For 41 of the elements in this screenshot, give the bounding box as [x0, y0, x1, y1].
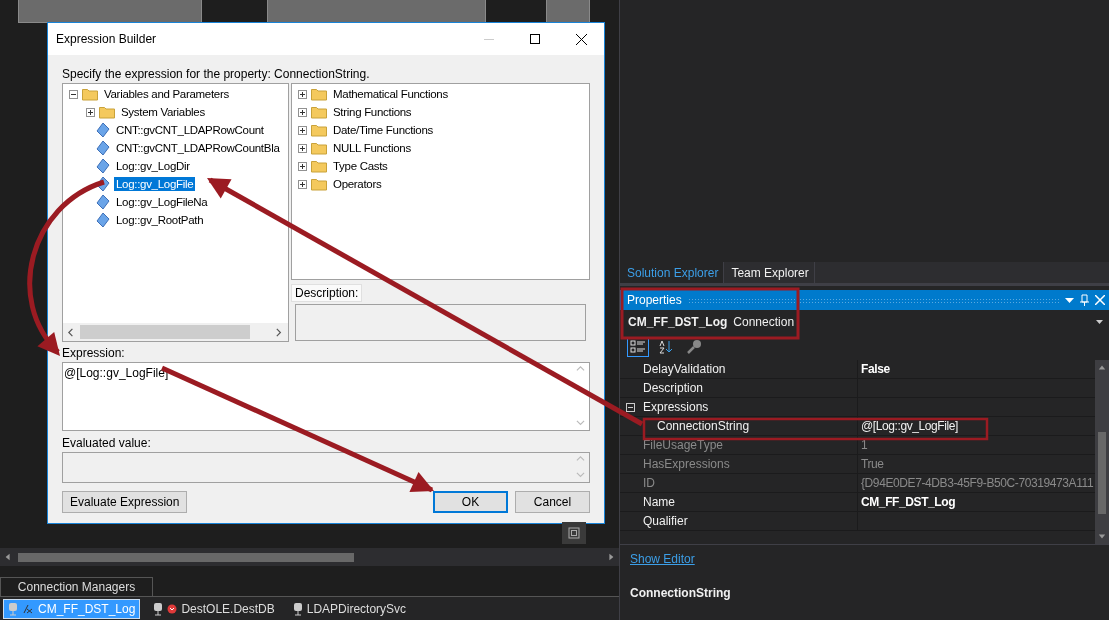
- property-name: Description: [640, 379, 858, 397]
- object-name: CM_FF_DST_Log: [628, 315, 728, 329]
- property-value[interactable]: 1: [858, 438, 1095, 452]
- dialog-button[interactable]: Evaluate Expression: [62, 491, 188, 513]
- dialog-button[interactable]: Cancel: [515, 491, 590, 513]
- tree-item[interactable]: Mathematical Functions: [331, 87, 450, 101]
- description-label: Description:: [291, 284, 363, 302]
- show-editor-link[interactable]: Show Editor: [630, 552, 695, 566]
- property-value[interactable]: {D94E0DE7-4DB3-45F9-B50C-70319473A111: [858, 476, 1095, 490]
- property-name: DelayValidation: [640, 360, 858, 378]
- prompt-text: Specify the expression for the property: ConnectionString.: [62, 67, 371, 81]
- connection-item[interactable]: LDAPDirectorySvc: [287, 598, 412, 619]
- tree-item[interactable]: Date/Time Functions: [331, 123, 435, 137]
- description-title: ConnectionString: [630, 586, 732, 600]
- property-value[interactable]: @[Log::gv_LogFile]: [858, 419, 1095, 433]
- tree-item[interactable]: Log::gv_RootPath: [114, 213, 206, 227]
- tree-item[interactable]: Log::gv_LogDir: [114, 159, 192, 173]
- tree-item[interactable]: NULL Functions: [331, 141, 413, 155]
- expression-label: Expression:: [62, 346, 126, 360]
- dialog-title: Expression Builder: [56, 32, 158, 46]
- tree-item[interactable]: Operators: [331, 177, 384, 191]
- property-category: Expressions: [640, 398, 858, 416]
- property-value[interactable]: False: [858, 362, 1095, 376]
- panel-tab[interactable]: Solution Explorer: [620, 262, 725, 283]
- tree-item[interactable]: System Variables: [119, 105, 207, 119]
- property-name: Name: [640, 493, 858, 511]
- panel-title: Properties: [627, 293, 682, 307]
- connection-item[interactable]: DestOLE.DestDB: [148, 598, 280, 619]
- property-value[interactable]: CM_FF_DST_Log: [858, 495, 1095, 509]
- evaluated-label: Evaluated value:: [62, 436, 152, 450]
- tree-item[interactable]: Type Casts: [331, 159, 390, 173]
- property-value[interactable]: True: [858, 457, 1095, 471]
- tree-item[interactable]: CNT::gvCNT_LDAPRowCount: [114, 123, 266, 137]
- tree-item[interactable]: Log::gv_LogFileNa: [114, 195, 210, 209]
- object-type: Connection: [733, 315, 796, 329]
- tree-item[interactable]: Variables and Parameters: [102, 87, 231, 101]
- tree-item[interactable]: CNT::gvCNT_LDAPRowCountBla: [114, 141, 282, 155]
- tree-item[interactable]: String Functions: [331, 105, 414, 119]
- dialog-button[interactable]: OK: [433, 491, 508, 513]
- property-name: Qualifier: [640, 512, 858, 530]
- tree-item[interactable]: Log::gv_LogFile: [114, 177, 196, 191]
